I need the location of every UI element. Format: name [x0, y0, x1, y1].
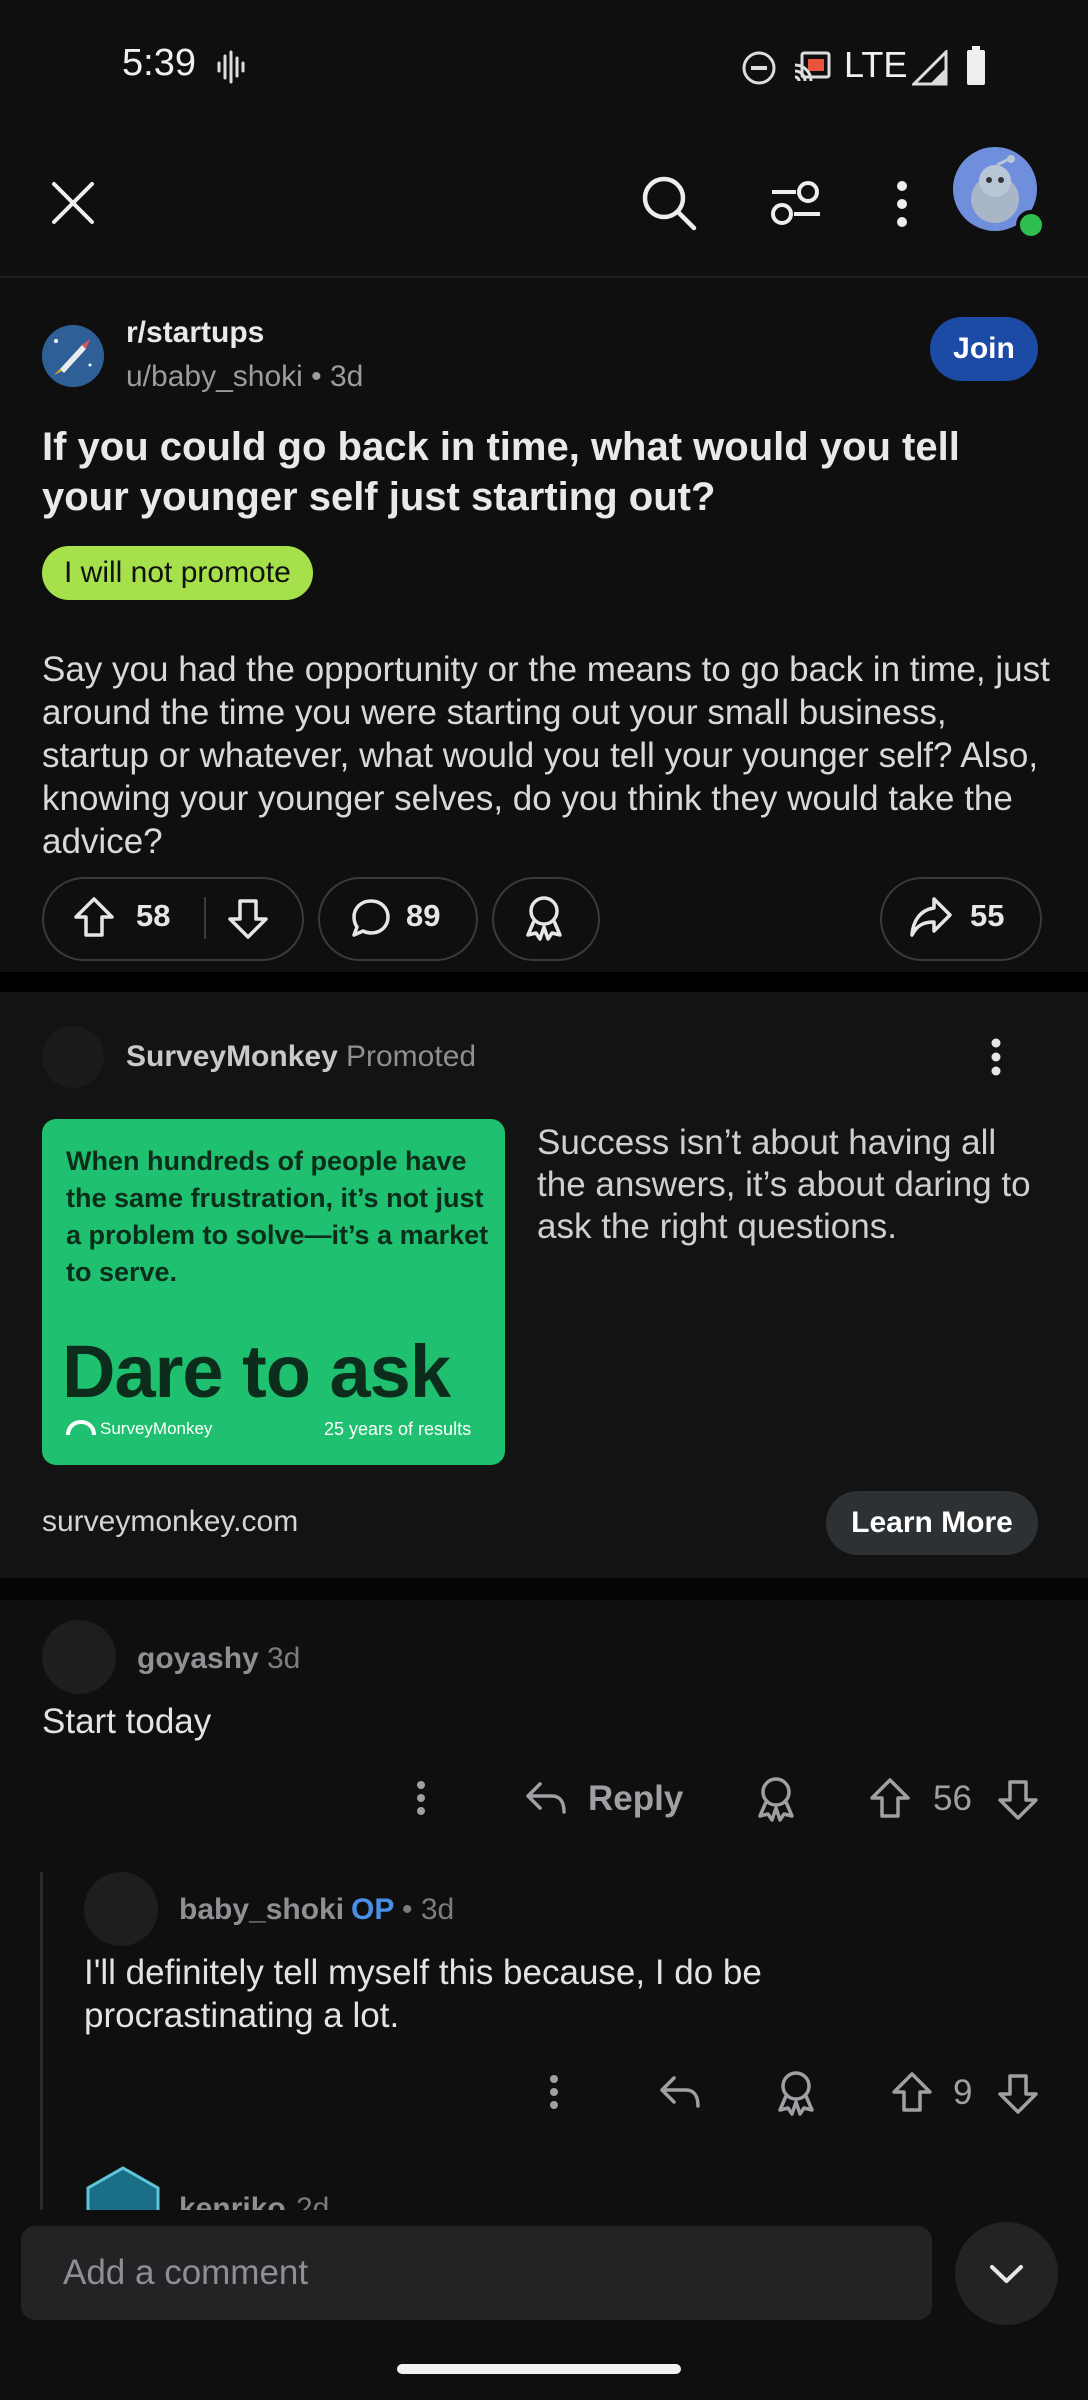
award-icon [522, 893, 566, 941]
comments-button[interactable] [318, 877, 478, 961]
reply-downvote-icon[interactable] [996, 2072, 1040, 2116]
network-type: LTE [844, 44, 908, 85]
advertiser-name[interactable]: SurveyMonkey [126, 1040, 338, 1074]
reply-text[interactable]: I'll definitely tell myself this because… [84, 1951, 984, 2037]
join-button[interactable]: Join [930, 317, 1038, 381]
reply-button[interactable]: Reply [588, 1779, 683, 1819]
feed-separator-2 [0, 1578, 1088, 1600]
post-title[interactable]: If you could go back in time, what would… [42, 422, 1042, 522]
signal-icon [912, 50, 948, 86]
add-comment-input[interactable]: Add a comment [21, 2226, 932, 2320]
promoted-label: Promoted [346, 1040, 477, 1073]
ad-image-brand: SurveyMonkey [100, 1419, 213, 1438]
home-indicator[interactable] [397, 2364, 681, 2374]
status-time: 5:39 [122, 42, 196, 84]
reply-reply-icon[interactable] [658, 2072, 702, 2112]
comment-age: 3d [267, 1642, 301, 1675]
post-meta: u/baby_shoki • 3d [126, 360, 363, 394]
post-vote-count: 58 [136, 898, 171, 933]
voice-activity-icon [216, 50, 246, 84]
ad-domain-link[interactable]: surveymonkey.com [42, 1505, 298, 1539]
reply-age: • 3d [402, 1893, 455, 1926]
comment-avatar[interactable] [42, 1620, 116, 1694]
ad-image[interactable]: When hundreds of people have the same fr… [42, 1119, 505, 1465]
ad-image-headline: Dare to ask [62, 1330, 451, 1413]
reply-more-icon[interactable] [548, 2074, 560, 2110]
close-icon[interactable] [48, 178, 98, 228]
reply-icon[interactable] [524, 1778, 568, 1818]
do-not-disturb-icon [741, 50, 777, 86]
feed-separator [0, 972, 1088, 992]
subreddit-icon[interactable] [42, 325, 104, 387]
search-icon[interactable] [640, 174, 698, 232]
share-icon [908, 895, 954, 939]
ad-copy[interactable]: Success isn’t about having all the answe… [537, 1122, 1047, 1248]
post-age: 3d [329, 360, 364, 393]
comment-more-icon[interactable] [415, 1780, 427, 1816]
collapse-button[interactable] [955, 2222, 1058, 2325]
subreddit-name[interactable]: r/startups [126, 316, 264, 350]
ad-more-options-icon[interactable] [990, 1038, 1002, 1076]
reply-vote-count: 9 [953, 2073, 973, 2112]
reply-award-icon[interactable] [774, 2068, 818, 2116]
comment-upvote-icon[interactable] [868, 1776, 912, 1820]
upvote-icon[interactable] [72, 895, 116, 939]
vote-divider [204, 897, 206, 939]
cast-icon [792, 50, 832, 84]
post-body[interactable]: Say you had the opportunity or the means… [42, 648, 1052, 863]
filter-icon[interactable] [768, 178, 824, 228]
header-divider [0, 276, 1088, 278]
comment-author[interactable]: goyashy [137, 1642, 259, 1676]
advertiser-avatar[interactable] [42, 1026, 104, 1088]
reply-avatar[interactable] [84, 1872, 158, 1946]
learn-more-button[interactable]: Learn More [826, 1491, 1038, 1555]
reply-author[interactable]: baby_shoki [179, 1893, 344, 1927]
comment-count: 89 [406, 898, 441, 933]
share-count: 55 [970, 898, 1005, 933]
online-status-dot [1016, 210, 1046, 240]
comment-vote-count: 56 [933, 1779, 972, 1818]
op-badge: OP [351, 1893, 395, 1926]
ad-image-tagline: 25 years of results [324, 1419, 472, 1439]
comment-text[interactable]: Start today [42, 1700, 211, 1743]
thread-line[interactable] [40, 1872, 43, 2210]
post-flair[interactable]: I will not promote [42, 546, 313, 600]
battery-icon [965, 46, 987, 86]
share-button[interactable] [880, 877, 1042, 961]
downvote-icon[interactable] [226, 897, 270, 941]
comment-downvote-icon[interactable] [996, 1778, 1040, 1822]
meta-dot: • [311, 360, 330, 393]
post-author[interactable]: u/baby_shoki [126, 360, 303, 393]
ad-image-text: When hundreds of people have the same fr… [66, 1146, 489, 1287]
comment-award-icon[interactable] [754, 1774, 798, 1822]
reply-upvote-icon[interactable] [890, 2070, 934, 2114]
surveymonkey-logo-icon [66, 1419, 96, 1437]
comment-icon [350, 897, 392, 939]
more-options-icon[interactable] [896, 180, 908, 228]
